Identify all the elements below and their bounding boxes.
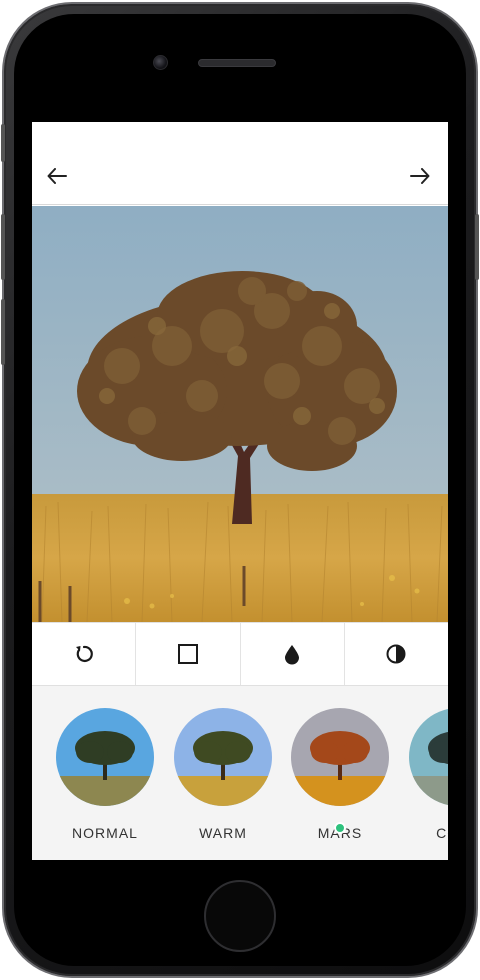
home-button[interactable] bbox=[204, 880, 276, 952]
filter-thumbnail bbox=[174, 708, 272, 806]
tree-thumbnail-image bbox=[56, 708, 154, 806]
saturation-tool-button[interactable] bbox=[241, 623, 345, 685]
contrast-tool-button[interactable] bbox=[345, 623, 448, 685]
tree-thumbnail-image bbox=[291, 708, 389, 806]
back-button[interactable] bbox=[45, 164, 69, 188]
filter-thumbnail bbox=[409, 708, 448, 806]
filter-thumbnail bbox=[291, 708, 389, 806]
filter-label: WARM bbox=[199, 825, 247, 841]
front-camera bbox=[153, 55, 168, 70]
filter-normal[interactable]: NORMAL bbox=[55, 708, 155, 841]
crop-square-icon bbox=[177, 644, 198, 664]
mute-switch bbox=[1, 124, 5, 162]
selected-indicator bbox=[334, 822, 346, 834]
crop-tool-button[interactable] bbox=[136, 623, 241, 685]
filter-strip: NORMAL WARM C bbox=[32, 686, 448, 860]
filter-warm[interactable]: WARM bbox=[173, 708, 273, 841]
drop-icon bbox=[285, 645, 300, 665]
contrast-icon bbox=[386, 644, 406, 664]
edit-toolbar bbox=[32, 622, 448, 686]
volume-down-button bbox=[1, 299, 5, 365]
forward-button[interactable] bbox=[408, 164, 432, 188]
filter-cool[interactable]: COOL bbox=[408, 708, 448, 841]
rotate-icon bbox=[75, 645, 93, 663]
filter-mars[interactable]: MARS bbox=[290, 708, 390, 841]
top-bar bbox=[32, 122, 448, 205]
filter-thumbnail bbox=[56, 708, 154, 806]
app-screen: NORMAL WARM C bbox=[32, 122, 448, 860]
tree-thumbnail-image bbox=[409, 708, 448, 806]
arrow-right-icon bbox=[410, 168, 430, 184]
volume-up-button bbox=[1, 214, 5, 280]
power-button bbox=[475, 214, 479, 280]
photo-preview bbox=[32, 206, 448, 622]
earpiece-speaker bbox=[198, 59, 276, 67]
tree-thumbnail-image bbox=[174, 708, 272, 806]
filter-label: NORMAL bbox=[72, 825, 138, 841]
rotate-tool-button[interactable] bbox=[32, 623, 137, 685]
filter-label: COOL bbox=[436, 825, 448, 841]
tree-photo-image bbox=[32, 206, 448, 622]
arrow-left-icon bbox=[47, 168, 67, 184]
